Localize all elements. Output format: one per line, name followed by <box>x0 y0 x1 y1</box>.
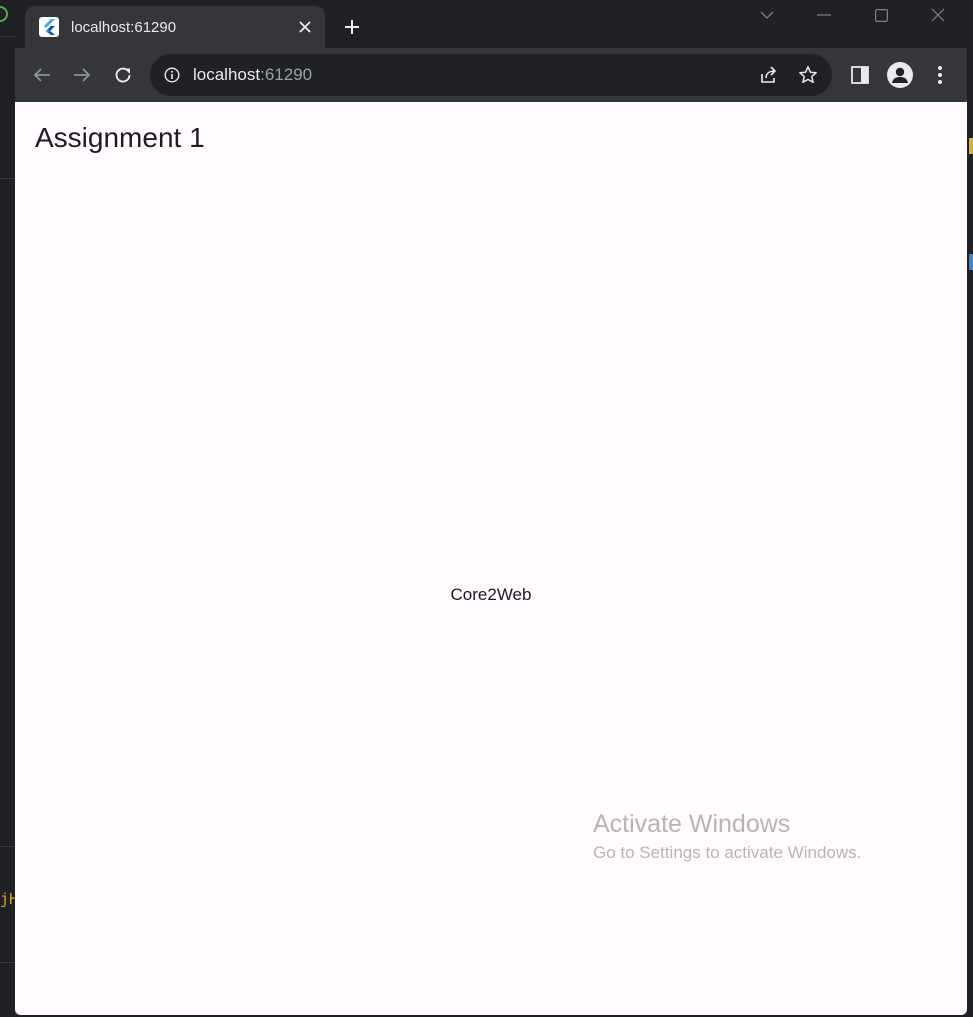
watermark-title: Activate Windows <box>593 810 791 838</box>
close-window-icon[interactable] <box>921 4 955 26</box>
background-editor-left: jH <box>0 0 18 1017</box>
chevron-down-icon[interactable] <box>750 4 784 26</box>
browser-tab[interactable]: localhost:61290 <box>25 6 325 48</box>
arrow-right-icon[interactable] <box>69 62 95 88</box>
background-editor-right <box>967 0 973 1017</box>
close-icon[interactable] <box>295 17 315 37</box>
address-bar[interactable]: localhost:61290 <box>150 54 832 96</box>
side-panel-icon[interactable] <box>847 62 873 88</box>
url-text[interactable]: localhost:61290 <box>193 65 312 85</box>
plus-icon[interactable] <box>341 16 363 38</box>
reload-icon[interactable] <box>110 62 136 88</box>
avatar-icon[interactable] <box>887 62 913 88</box>
status-marker-icon <box>0 6 8 22</box>
scroll-marker-blue <box>969 254 973 270</box>
url-port: :61290 <box>260 65 313 84</box>
maximize-icon[interactable] <box>864 4 898 26</box>
tab-title: localhost:61290 <box>71 18 177 36</box>
arrow-left-icon[interactable] <box>29 62 55 88</box>
editor-divider <box>0 962 16 963</box>
flutter-icon <box>39 17 59 37</box>
more-vert-icon[interactable] <box>927 62 953 88</box>
editor-divider <box>0 846 16 847</box>
info-icon[interactable] <box>162 65 182 85</box>
share-icon[interactable] <box>757 64 779 86</box>
activation-watermark: Activate Windows Go to Settings to activ… <box>593 808 861 866</box>
minimize-icon[interactable] <box>807 4 841 26</box>
page-content: Assignment 1 Core2Web <box>15 102 967 1015</box>
browser-toolbar: localhost:61290 <box>15 48 967 101</box>
editor-divider <box>0 178 16 179</box>
tab-strip: localhost:61290 <box>15 0 967 48</box>
url-host: localhost <box>193 65 261 84</box>
star-icon[interactable] <box>797 64 819 86</box>
body-text: Core2Web <box>450 585 532 604</box>
scroll-marker-yellow <box>969 138 973 154</box>
page-title: Assignment 1 <box>35 122 205 153</box>
watermark-subtitle: Go to Settings to activate Windows. <box>593 843 862 862</box>
editor-divider <box>0 36 16 37</box>
